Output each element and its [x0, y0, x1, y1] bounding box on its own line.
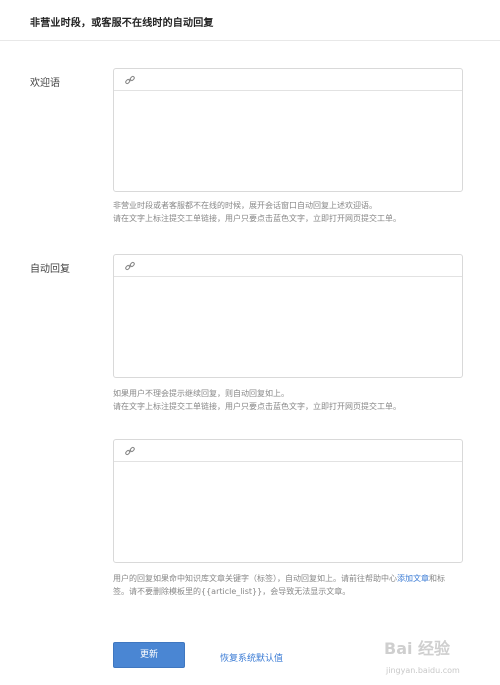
auto-reply-label: 自动回复 — [30, 264, 70, 275]
add-article-link[interactable]: 添加文章 — [397, 574, 429, 583]
welcome-editor-toolbar — [114, 69, 462, 91]
kb-reply-help-text: 用户的回复如果命中知识库文章关键字（标签），自动回复如上。请前往帮助中心添加文章… — [113, 572, 458, 598]
page-title: 非营业时段，或客服不在线时的自动回复 — [30, 18, 214, 29]
update-button[interactable]: 更新 — [113, 642, 185, 668]
auto-reply-text-area[interactable] — [114, 277, 462, 377]
welcome-text-area[interactable] — [114, 91, 462, 191]
help-prefix: 用户的回复如果命中知识库文章关键字（标签），自动回复如上。请前往帮助中心 — [113, 574, 397, 583]
link-icon[interactable] — [124, 445, 136, 457]
kb-reply-editor[interactable] — [113, 439, 463, 563]
restore-default-link[interactable]: 恢复系统默认值 — [220, 651, 283, 664]
welcome-help-text: 非营业时段或者客服都不在线的时候，展开会话窗口自动回复上述欢迎语。 请在文字上标… — [113, 199, 473, 225]
link-icon[interactable] — [124, 260, 136, 272]
kb-reply-editor-toolbar — [114, 440, 462, 462]
watermark-brand: Bai 经验 — [384, 639, 451, 658]
watermark-url: jingyan.baidu.com — [386, 666, 460, 675]
help-line: 请在文字上标注提交工单链接，用户只要点击蓝色文字，立即打开网页提交工单。 — [113, 402, 401, 411]
help-line: 请在文字上标注提交工单链接，用户只要点击蓝色文字，立即打开网页提交工单。 — [113, 214, 401, 223]
welcome-editor[interactable] — [113, 68, 463, 192]
baidu-jingyan-watermark: Bai 经验 jingyan.baidu.com — [372, 632, 492, 682]
help-line: 非营业时段或者客服都不在线的时候，展开会话窗口自动回复上述欢迎语。 — [113, 201, 377, 210]
auto-reply-editor[interactable] — [113, 254, 463, 378]
auto-reply-help-text: 如果用户不理会提示继续回复，则自动回复如上。 请在文字上标注提交工单链接，用户只… — [113, 387, 473, 413]
welcome-label: 欢迎语 — [30, 78, 60, 89]
auto-reply-editor-toolbar — [114, 255, 462, 277]
kb-reply-text-area[interactable] — [114, 462, 462, 562]
link-icon[interactable] — [124, 74, 136, 86]
page-header: 非营业时段，或客服不在线时的自动回复 — [0, 0, 500, 41]
help-line: 如果用户不理会提示继续回复，则自动回复如上。 — [113, 389, 289, 398]
